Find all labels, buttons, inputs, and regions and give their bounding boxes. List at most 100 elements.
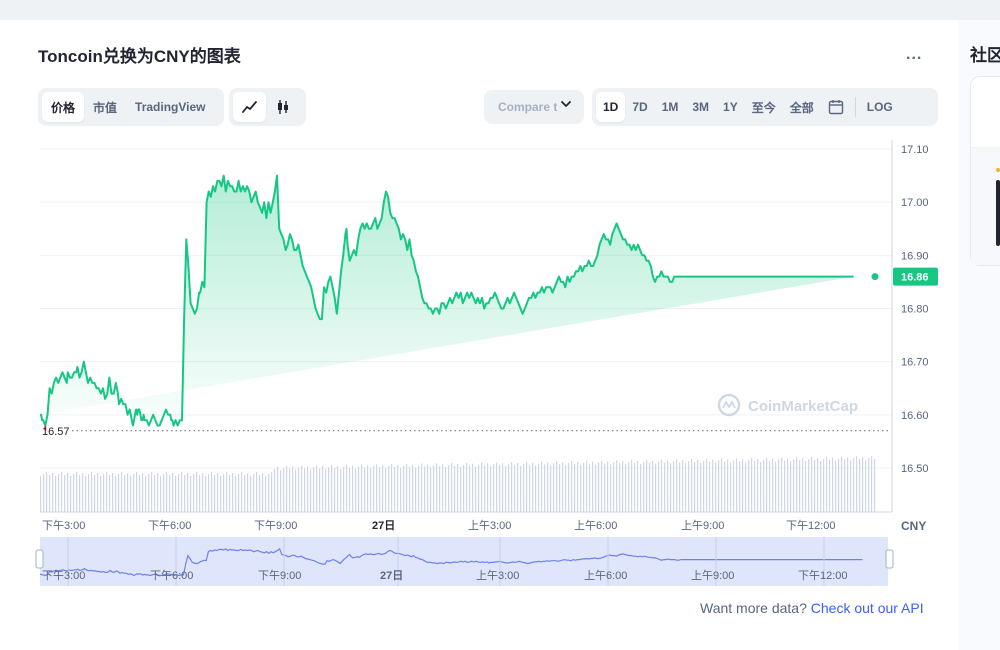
watermark: CoinMarketCap — [717, 393, 858, 417]
api-link[interactable]: Check out our API — [811, 600, 924, 616]
volume-bar — [769, 460, 771, 512]
y-tick-label: 16.90 — [901, 250, 929, 262]
volume-bar — [70, 476, 72, 512]
volume-bar — [406, 463, 408, 512]
volume-bar — [589, 463, 591, 512]
volume-bar — [616, 460, 618, 512]
volume-bar — [562, 462, 564, 512]
volume-bar — [268, 474, 270, 512]
volume-bar — [502, 463, 504, 512]
x-tick-label: 下午9:00 — [254, 519, 297, 532]
range-navigator[interactable]: 下午3:00 下午6:00 下午9:00 27日 上午3:00 上午6:00 上午9:00 下… — [35, 537, 894, 586]
volume-bar — [46, 472, 48, 512]
volume-bar — [547, 462, 549, 512]
volume-bar — [694, 462, 696, 512]
volume-bar — [193, 474, 195, 512]
volume-bar — [763, 459, 765, 512]
volume-bar — [730, 462, 732, 512]
volume-bar — [682, 460, 684, 512]
x-tick-label: 上午3:00 — [468, 519, 511, 532]
volume-bar — [553, 463, 555, 512]
volume-bar — [790, 461, 792, 512]
currency-unit-label: CNY — [901, 519, 926, 533]
volume-bar — [841, 456, 843, 512]
volume-bar — [394, 467, 396, 512]
volume-bar — [664, 462, 666, 512]
volume-bar — [469, 465, 471, 512]
volume-bar — [724, 461, 726, 512]
volume-bar — [157, 473, 159, 512]
volume-bar — [142, 473, 144, 512]
volume-bar — [367, 465, 369, 512]
volume-bar — [151, 472, 153, 512]
volume-bar — [199, 475, 201, 512]
volume-bar — [475, 466, 477, 512]
volume-bar — [319, 468, 321, 512]
volume-bar — [721, 458, 723, 512]
volume-bar — [691, 459, 693, 512]
volume-bar — [445, 467, 447, 512]
volume-bar — [247, 473, 249, 512]
y-tick-label: 16.60 — [901, 410, 929, 422]
volume-bar — [832, 457, 834, 512]
volume-bar — [631, 460, 633, 512]
volume-bar — [166, 472, 168, 512]
volume-bar — [814, 460, 816, 512]
volume-bar — [334, 468, 336, 512]
volume-bar — [154, 475, 156, 512]
volume-bar — [556, 461, 558, 512]
volume-bar — [652, 460, 654, 512]
volume-bar — [472, 463, 474, 512]
volume-bar — [640, 463, 642, 512]
volume-bar — [250, 476, 252, 512]
volume-bar — [238, 474, 240, 512]
volume-bar — [604, 463, 606, 512]
volume-bar — [463, 464, 465, 512]
volume-bar — [424, 466, 426, 512]
volume-bar — [415, 467, 417, 512]
x-tick-label: 下午3:00 — [42, 519, 85, 532]
volume-bar — [298, 467, 300, 512]
volume-bar — [274, 469, 276, 512]
volume-bar — [64, 475, 66, 512]
volume-bar — [661, 459, 663, 512]
volume-bar — [568, 463, 570, 512]
volume-bar — [226, 472, 228, 512]
volume-bar — [670, 463, 672, 512]
volume-bar — [700, 462, 702, 512]
y-tick-label: 16.80 — [901, 304, 929, 316]
volume-bar — [490, 466, 492, 512]
volume-bar — [82, 473, 84, 512]
volume-bar — [601, 460, 603, 512]
volume-bar — [850, 460, 852, 512]
y-tick-label: 16.70 — [901, 357, 929, 369]
volume-bar — [322, 466, 324, 512]
volume-bar — [433, 465, 435, 512]
volume-bar — [100, 476, 102, 512]
volume-bar — [76, 472, 78, 512]
navigator-left-handle[interactable] — [35, 549, 44, 569]
volume-bar — [340, 468, 342, 512]
volume-bar — [67, 473, 69, 512]
volume-bar — [844, 459, 846, 512]
volume-bar — [580, 464, 582, 512]
volume-bar — [235, 476, 237, 512]
volume-bar — [787, 458, 789, 512]
volume-bar — [541, 461, 543, 512]
volume-bar — [634, 463, 636, 512]
volume-bar — [124, 475, 126, 512]
navigator-tick-label: 下午12:00 — [798, 569, 848, 582]
volume-bar — [172, 473, 174, 512]
volume-bar — [160, 476, 162, 512]
navigator-tick-label: 上午9:00 — [691, 569, 734, 582]
volume-bar — [214, 475, 216, 512]
volume-bar — [628, 462, 630, 512]
volume-bar — [523, 463, 525, 512]
volume-bar — [625, 464, 627, 512]
x-tick-label: 上午9:00 — [681, 519, 724, 532]
volume-bar — [307, 466, 309, 512]
volume-bar — [289, 468, 291, 512]
navigator-right-handle[interactable] — [885, 549, 894, 569]
volume-bar — [439, 466, 441, 512]
y-tick-label: 17.10 — [901, 144, 929, 156]
